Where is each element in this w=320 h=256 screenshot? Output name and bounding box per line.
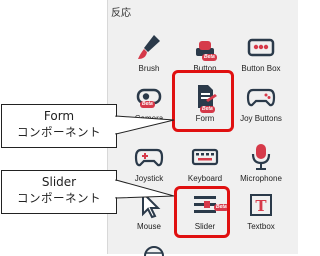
tile-label: Joy Buttons	[240, 114, 282, 123]
callout-subtitle: コンポーネント	[17, 125, 101, 139]
tile-textbox[interactable]: T Textbox	[234, 186, 288, 246]
microphone-icon	[251, 144, 271, 170]
tile-label: Microphone	[240, 174, 282, 183]
globe-icon	[144, 246, 164, 256]
callout-slider-pointer	[115, 179, 175, 199]
svg-text:T: T	[255, 197, 267, 215]
callout-subtitle: コンポーネント	[17, 191, 101, 205]
joystick-icon	[134, 148, 164, 167]
beta-badge: Beta	[202, 54, 217, 61]
textbox-icon: T	[250, 194, 272, 216]
panel-title: 反応	[111, 8, 131, 19]
tile-joy-buttons[interactable]: Joy Buttons	[234, 78, 288, 138]
slider-highlight	[174, 186, 230, 238]
tile-label: Button Box	[241, 64, 281, 73]
beta-badge: Beta	[140, 101, 155, 108]
form-highlight	[172, 70, 234, 132]
gamepad-icon	[246, 88, 276, 107]
callout-title: Form	[43, 109, 75, 123]
tile-label: Textbox	[247, 222, 275, 231]
callout-form: Form コンポーネント	[1, 104, 117, 148]
callout-form-pointer	[115, 115, 175, 135]
keyboard-icon	[191, 148, 219, 166]
brush-icon	[138, 35, 160, 59]
button-box-icon	[247, 38, 275, 57]
callout-title: Slider	[41, 175, 77, 189]
callout-slider: Slider コンポーネント	[1, 170, 117, 214]
